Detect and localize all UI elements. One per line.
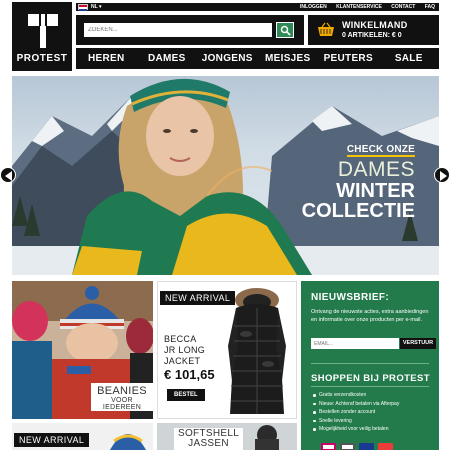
- payment-methods: [321, 443, 393, 450]
- ideal-icon: [321, 443, 336, 450]
- search-button[interactable]: [276, 22, 294, 38]
- beanies-label: BEANIES VOOR IEDEREEN: [91, 383, 153, 411]
- basket-icon: [318, 22, 334, 36]
- nav-item-meisjes[interactable]: MEISJES: [258, 48, 319, 69]
- cart-summary: 0 ARTIKELEN: € 0: [342, 32, 402, 39]
- new-arrival-badge: NEW ARRIVAL: [14, 433, 90, 447]
- carousel-prev-button[interactable]: [0, 167, 16, 183]
- softshell-label: SOFTSHELL JASSEN: [174, 428, 244, 450]
- softshell-promo-tile[interactable]: SOFTSHELL JASSEN: [157, 423, 297, 450]
- nav-item-jongens[interactable]: JONGENS: [197, 48, 258, 69]
- link-klantenservice[interactable]: KLANTENSERVICE: [336, 4, 382, 10]
- hero-line-check: CHECK ONZE: [346, 144, 415, 157]
- language-label: NL: [91, 4, 98, 10]
- top-utility-bar: NL ▾ INLOGGEN KLANTENSERVICE CONTACT FAQ: [76, 3, 439, 11]
- benefit-item: Gratis verzendkosten: [313, 391, 399, 400]
- search-input[interactable]: [84, 23, 272, 37]
- bestel-button[interactable]: BESTEL: [167, 389, 205, 401]
- shop-title: SHOPPEN BIJ PROTEST: [311, 373, 430, 384]
- link-contact[interactable]: CONTACT: [391, 4, 415, 10]
- benefit-item: Nieuw: Achteraf betalen via Afterpay: [313, 400, 399, 409]
- newsletter-submit-button[interactable]: VERSTUUR: [400, 338, 436, 349]
- nav-item-heren[interactable]: HEREN: [76, 48, 137, 69]
- product-name: BECCA JR LONG JACKET: [164, 334, 205, 367]
- hero-line-dames: DAMES: [337, 158, 415, 181]
- logo-mark-icon: [28, 14, 58, 48]
- protest-logo[interactable]: PROTEST: [12, 2, 72, 71]
- softshell-image: [255, 425, 279, 450]
- benefit-item: Bestellen zonder account: [313, 408, 399, 417]
- link-faq[interactable]: FAQ: [425, 4, 435, 10]
- new-arrival-tile-bottom[interactable]: NEW ARRIVAL: [12, 423, 153, 450]
- search-icon: [280, 25, 291, 36]
- main-navigation: HEREN DAMES JONGENS MEISJES PEUTERS SALE: [76, 48, 439, 69]
- hero-line-winter: WINTER: [336, 180, 415, 202]
- nav-item-peuters[interactable]: PEUTERS: [318, 48, 379, 69]
- product-name-line2: JR LONG: [164, 345, 206, 355]
- beanies-promo-tile[interactable]: BEANIES VOOR IEDEREEN: [12, 281, 153, 419]
- link-inloggen[interactable]: INLOGGEN: [300, 4, 327, 10]
- benefit-item: Mogelijkheid voor veilig betalen: [313, 425, 399, 434]
- arrow-right-icon: [440, 171, 447, 181]
- chevron-down-icon: ▾: [98, 4, 102, 10]
- afterpay-icon: [340, 443, 355, 450]
- product-name-line1: BECCA: [164, 334, 197, 344]
- product-name-line3: JACKET: [164, 356, 201, 366]
- benefit-item: Snelle levering: [313, 417, 399, 426]
- visa-icon: [359, 443, 374, 450]
- language-selector[interactable]: NL ▾: [91, 4, 101, 10]
- shopping-cart[interactable]: WINKELMAND 0 ARTIKELEN: € 0: [308, 15, 439, 45]
- hero-line-collectie: COLLECTIE: [301, 200, 415, 222]
- arrow-left-icon: [5, 171, 12, 181]
- carousel-next-button[interactable]: [434, 167, 450, 183]
- newsletter-title: NIEUWSBRIEF:: [311, 292, 390, 303]
- nav-item-sale[interactable]: SALE: [379, 48, 440, 69]
- hero-promo-text: CHECK ONZE DAMES WINTER COLLECTIE: [302, 144, 415, 221]
- beanies-title: BEANIES: [97, 385, 147, 397]
- becca-product-tile[interactable]: NEW ARRIVAL BECCA JR LONG JACKET € 101,6…: [157, 281, 297, 419]
- mastercard-icon: [378, 443, 393, 450]
- divider: [311, 386, 429, 387]
- product-price: € 101,65: [164, 367, 215, 382]
- hero-banner[interactable]: CHECK ONZE DAMES WINTER COLLECTIE: [12, 76, 439, 275]
- cart-title: WINKELMAND: [342, 20, 408, 30]
- search-bar: [76, 15, 304, 45]
- newsletter-description: Ontvang de nieuwste acties, extra aanbie…: [311, 309, 429, 323]
- divider: [311, 363, 429, 364]
- logo-text: PROTEST: [16, 53, 68, 64]
- beanies-subtitle: VOOR IEDEREEN: [102, 397, 142, 411]
- beanie-product-image: [110, 434, 146, 450]
- softshell-line2: JASSEN: [188, 438, 229, 449]
- newsletter-email-input[interactable]: [311, 338, 399, 349]
- shop-benefits-list: Gratis verzendkosten Nieuw: Achteraf bet…: [313, 391, 399, 434]
- top-links: INLOGGEN KLANTENSERVICE CONTACT FAQ: [292, 4, 435, 10]
- jacket-image: [228, 288, 286, 414]
- nav-item-dames[interactable]: DAMES: [137, 48, 198, 69]
- flag-nl-icon[interactable]: [78, 4, 88, 11]
- newsletter-panel: NIEUWSBRIEF: Ontvang de nieuwste acties,…: [301, 281, 439, 450]
